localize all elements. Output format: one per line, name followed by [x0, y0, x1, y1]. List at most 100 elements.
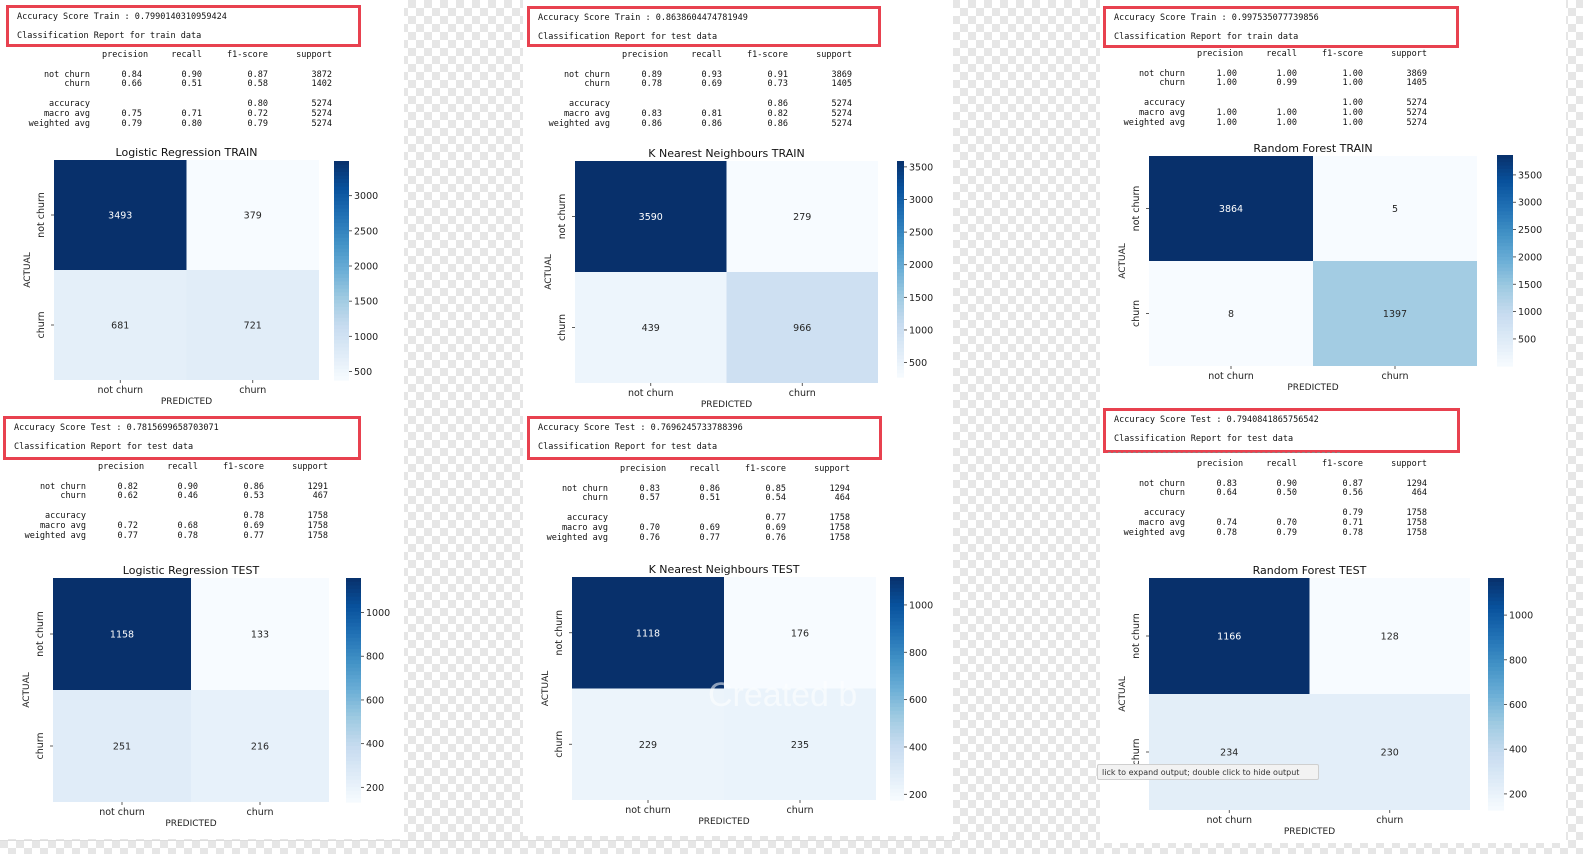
report-row-label: macro avg	[1138, 517, 1185, 528]
y-tick-label: churn	[1131, 738, 1142, 765]
colorbar-segment	[890, 684, 904, 690]
colorbar-segment	[346, 708, 361, 713]
report-cell: 1405	[831, 79, 852, 90]
report-cell: 1.00	[1342, 97, 1363, 108]
x-axis-label: PREDICTED	[1284, 827, 1335, 837]
colorbar-segment	[346, 734, 361, 740]
colorbar-segment	[334, 259, 349, 264]
colorbar-segment	[1488, 701, 1504, 707]
report-header-cell: support	[296, 50, 332, 60]
report-cell: 464	[1411, 488, 1427, 499]
cell-value-label: 1158	[110, 630, 134, 641]
colorbar-tick-label: 1000	[909, 600, 933, 611]
cell-value-label: 3493	[108, 211, 132, 222]
chart-title: K Nearest Neighbours TRAIN	[648, 147, 804, 160]
cell-value-label: 176	[791, 628, 809, 639]
report-cell: 0.81	[701, 108, 722, 119]
colorbar-segment	[1497, 327, 1513, 332]
colorbar-tick-label: 2500	[1518, 225, 1542, 236]
report-cell: 0.51	[699, 493, 720, 504]
report-cell: 0.72	[117, 520, 138, 531]
colorbar-segment	[897, 197, 904, 202]
colorbar-segment	[1488, 790, 1504, 796]
colorbar-segment	[1497, 260, 1513, 265]
report-cell: 1758	[307, 530, 328, 541]
colorbar-segment	[334, 219, 349, 224]
colorbar-segment	[890, 577, 904, 582]
x-axis-label: PREDICTED	[161, 397, 212, 407]
colorbar-segment	[346, 719, 361, 725]
colorbar-segment	[334, 179, 349, 184]
colorbar-segment	[1488, 728, 1504, 734]
colorbar-segment	[1488, 771, 1504, 776]
y-tick-label: churn	[1131, 300, 1142, 327]
report-cell: 0.72	[247, 108, 268, 119]
report-row-label: not churn	[1138, 68, 1185, 79]
report-cell: 0.82	[767, 108, 788, 119]
colorbar-segment	[346, 660, 361, 665]
report-cell: 5274	[831, 108, 852, 119]
colorbar-segment	[1497, 344, 1513, 350]
colorbar-segment	[890, 651, 904, 656]
accuracy-score-text: Accuracy Score Test : 0.7940841865756542	[1114, 415, 1319, 425]
report-cell: 1.00	[1276, 117, 1297, 128]
colorbar-segment	[1497, 246, 1513, 251]
output-tooltip: lick to expand output; double click to h…	[1097, 764, 1319, 780]
colorbar-segment	[346, 697, 361, 702]
colorbar-segment	[1488, 612, 1504, 618]
colorbar-segment	[346, 682, 361, 687]
report-header-cell: precision	[1197, 459, 1244, 469]
colorbar-segment	[346, 626, 361, 631]
colorbar-segment	[890, 655, 904, 660]
colorbar-segment	[897, 279, 904, 284]
colorbar-tick-label: 500	[354, 367, 372, 378]
report-cell: 0.82	[117, 481, 138, 492]
colorbar-segment	[346, 716, 361, 721]
colorbar-segment	[1497, 207, 1513, 212]
colorbar-segment	[1488, 709, 1504, 714]
colorbar-segment	[890, 681, 904, 686]
report-cell: 0.70	[1276, 517, 1297, 528]
report-cell: 0.64	[1216, 488, 1237, 499]
colorbar-segment	[346, 592, 361, 598]
colorbar-segment	[346, 746, 361, 751]
colorbar-segment	[334, 372, 349, 377]
colorbar-segment	[334, 237, 349, 242]
report-cell: 3869	[831, 69, 852, 80]
colorbar-tick-label: 2500	[909, 228, 933, 239]
colorbar-segment	[890, 662, 904, 667]
report-cell: 0.71	[1342, 517, 1363, 528]
x-tick-label: churn	[1381, 371, 1408, 382]
colorbar-segment	[1497, 172, 1513, 177]
colorbar-segment	[1497, 309, 1513, 314]
colorbar-segment	[334, 212, 349, 217]
score-box-lr-train: Accuracy Score Train : 0.799014031095942…	[6, 5, 361, 47]
colorbar-segment	[1497, 358, 1513, 364]
colorbar-segment	[1488, 732, 1504, 738]
colorbar-segment	[1488, 643, 1504, 649]
colorbar-segment	[1488, 578, 1504, 583]
colorbar-segment	[897, 287, 904, 292]
colorbar-segment	[346, 667, 361, 672]
report-cell: 1291	[307, 481, 328, 492]
chart-title: Logistic Regression TEST	[123, 564, 260, 577]
colorbar-segment	[897, 348, 904, 353]
colorbar-segment	[890, 591, 904, 597]
colorbar-segment	[346, 637, 361, 643]
colorbar-segment	[1497, 249, 1513, 255]
report-cell: 0.77	[117, 530, 138, 541]
colorbar-segment	[346, 693, 361, 699]
colorbar-segment	[1488, 647, 1504, 653]
colorbar-tick-label: 3500	[1518, 170, 1542, 181]
colorbar-segment	[1488, 601, 1504, 606]
report-header-cell: recall	[689, 464, 720, 474]
report-cell: 0.79	[121, 118, 142, 129]
colorbar-segment	[1497, 330, 1513, 335]
report-cell: 0.69	[699, 522, 720, 533]
colorbar-segment	[1497, 225, 1513, 230]
colorbar-segment	[334, 193, 349, 199]
y-tick-label: not churn	[1131, 613, 1142, 659]
y-tick-label: not churn	[1131, 186, 1142, 232]
report-cell: 5274	[311, 98, 332, 109]
heatmap-svg: Logistic Regression TRAIN 3493 379 681 721 no…	[23, 146, 378, 407]
